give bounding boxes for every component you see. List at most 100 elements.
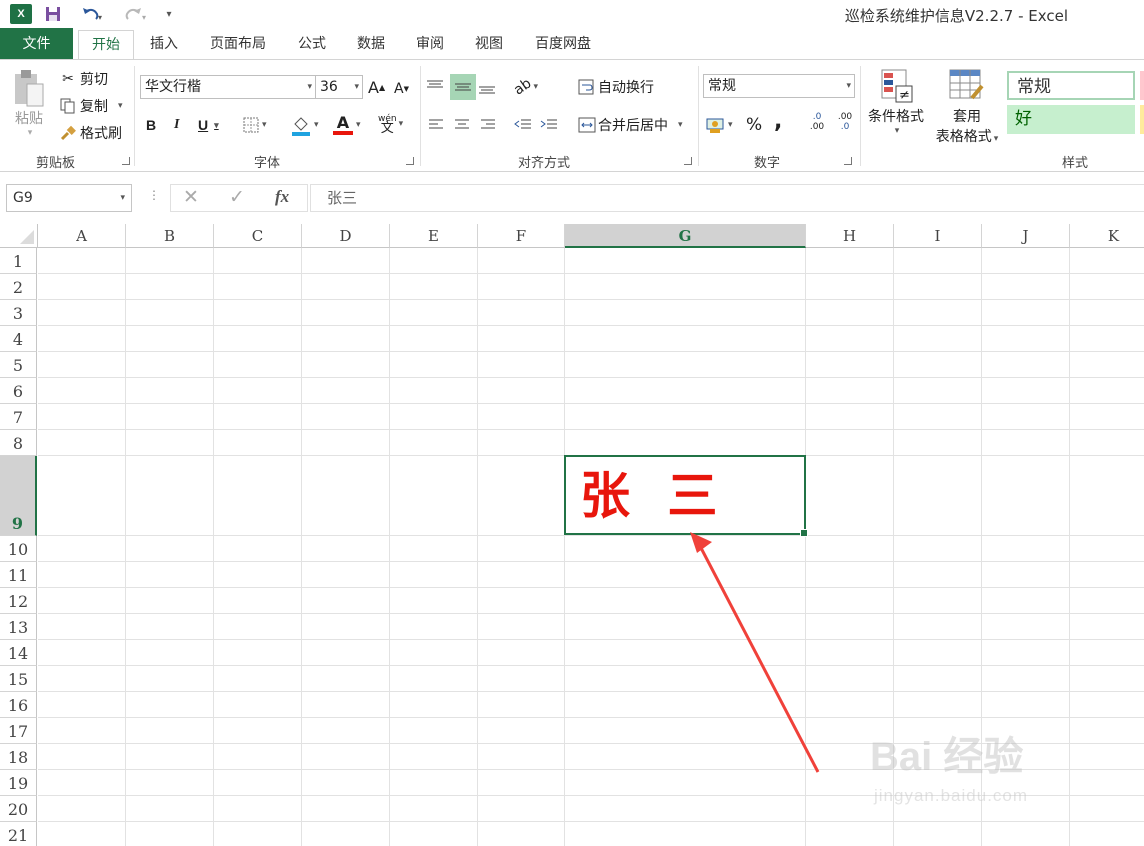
- font-size-combo[interactable]: 36 ▾: [315, 75, 363, 99]
- column-header-k[interactable]: K: [1070, 224, 1144, 248]
- column-header-a[interactable]: A: [38, 224, 126, 248]
- row-header-9[interactable]: 9: [0, 456, 37, 536]
- tab-review[interactable]: 审阅: [406, 30, 454, 60]
- underline-button[interactable]: U ▾: [198, 114, 232, 136]
- fill-color-button[interactable]: ▾: [290, 112, 328, 138]
- percent-style-button[interactable]: %: [746, 112, 766, 138]
- number-format-combo[interactable]: 常规 ▾: [703, 74, 855, 98]
- tab-file[interactable]: 文件: [0, 28, 73, 60]
- column-header-e[interactable]: E: [390, 224, 478, 248]
- format-painter-button[interactable]: 格式刷: [58, 122, 122, 144]
- clipboard-group-label: 剪贴板: [36, 156, 76, 171]
- row-header-18[interactable]: 18: [0, 744, 37, 770]
- svg-text:▾: ▾: [98, 13, 102, 22]
- row-gridline: [38, 351, 1144, 352]
- grow-font-button[interactable]: A ▲: [368, 76, 388, 98]
- font-launcher-icon[interactable]: [406, 157, 414, 165]
- row-header-15[interactable]: 15: [0, 666, 37, 692]
- shrink-font-button[interactable]: A ▼: [394, 78, 414, 100]
- comma-style-button[interactable]: ,: [774, 108, 794, 134]
- increase-decimal-button[interactable]: .0.00: [806, 112, 828, 138]
- column-header-d[interactable]: D: [302, 224, 390, 248]
- row-header-13[interactable]: 13: [0, 614, 37, 640]
- column-header-i[interactable]: I: [894, 224, 982, 248]
- font-name-combo[interactable]: 华文行楷 ▾: [140, 75, 316, 99]
- orientation-button[interactable]: ab ▾: [511, 74, 548, 100]
- phonetic-guide-button[interactable]: wén 文 ▾: [378, 110, 414, 138]
- clipboard-launcher-icon[interactable]: [122, 157, 130, 165]
- enter-check-icon[interactable]: ✓: [229, 186, 245, 208]
- row-header-2[interactable]: 2: [0, 274, 37, 300]
- conditional-formatting-button[interactable]: ≠ 条件格式 ▾: [864, 68, 928, 148]
- select-all-corner[interactable]: [0, 224, 38, 248]
- align-center-button[interactable]: [454, 114, 474, 136]
- row-header-5[interactable]: 5: [0, 352, 37, 378]
- align-right-button[interactable]: [480, 114, 500, 136]
- tab-insert[interactable]: 插入: [140, 30, 188, 60]
- redo-icon[interactable]: ▾: [118, 4, 154, 24]
- row-header-17[interactable]: 17: [0, 718, 37, 744]
- style-neutral-swatch[interactable]: [1140, 105, 1144, 134]
- increase-indent-button[interactable]: [540, 114, 560, 136]
- customize-quick-access-icon[interactable]: ▾: [162, 4, 176, 24]
- style-normal[interactable]: 常规: [1007, 71, 1135, 100]
- name-box[interactable]: G9 ▾: [6, 184, 132, 212]
- accounting-format-button[interactable]: ▾: [706, 112, 742, 138]
- row-header-8[interactable]: 8: [0, 430, 37, 456]
- row-header-10[interactable]: 10: [0, 536, 37, 562]
- align-bottom-button[interactable]: [478, 74, 502, 100]
- paste-button[interactable]: 粘贴 ▾: [8, 68, 50, 140]
- align-middle-button[interactable]: [450, 74, 476, 100]
- column-header-f[interactable]: F: [478, 224, 565, 248]
- decrease-indent-button[interactable]: [514, 114, 534, 136]
- cancel-icon[interactable]: ✕: [183, 186, 199, 208]
- row-header-7[interactable]: 7: [0, 404, 37, 430]
- number-launcher-icon[interactable]: [844, 157, 852, 165]
- row-header-1[interactable]: 1: [0, 248, 37, 274]
- row-header-6[interactable]: 6: [0, 378, 37, 404]
- format-as-table-button[interactable]: 套用 表格格式 ▾: [930, 68, 1004, 148]
- align-top-button[interactable]: [426, 74, 448, 100]
- merge-center-button[interactable]: 合并后居中 ▾: [576, 112, 683, 138]
- row-header-12[interactable]: 12: [0, 588, 37, 614]
- alignment-launcher-icon[interactable]: [684, 157, 692, 165]
- align-bottom-icon: [479, 86, 495, 94]
- formula-bar-grip-icon[interactable]: ⋮: [148, 188, 160, 202]
- formula-input[interactable]: 张三: [310, 184, 1144, 212]
- italic-button[interactable]: I: [174, 114, 190, 136]
- tab-page-layout[interactable]: 页面布局: [198, 30, 278, 60]
- insert-function-icon[interactable]: fx: [275, 187, 289, 207]
- tab-baidu-netdisk[interactable]: 百度网盘: [524, 30, 602, 60]
- row-header-3[interactable]: 3: [0, 300, 37, 326]
- row-header-14[interactable]: 14: [0, 640, 37, 666]
- row-header-16[interactable]: 16: [0, 692, 37, 718]
- column-header-b[interactable]: B: [126, 224, 214, 248]
- column-header-j[interactable]: J: [982, 224, 1070, 248]
- style-bad-swatch[interactable]: [1140, 71, 1144, 100]
- column-header-g[interactable]: G: [565, 224, 806, 248]
- tab-formulas[interactable]: 公式: [288, 30, 336, 60]
- undo-icon[interactable]: ▾: [74, 4, 110, 24]
- save-icon[interactable]: [42, 4, 64, 24]
- bold-button[interactable]: B: [146, 114, 162, 136]
- wrap-text-button[interactable]: 自动换行: [576, 74, 654, 100]
- tab-view[interactable]: 视图: [464, 30, 514, 60]
- align-left-button[interactable]: [428, 114, 448, 136]
- borders-button[interactable]: ▾: [242, 114, 278, 136]
- font-color-button[interactable]: A ▾: [332, 112, 370, 138]
- row-header-11[interactable]: 11: [0, 562, 37, 588]
- style-good[interactable]: 好: [1007, 105, 1135, 134]
- column-header-c[interactable]: C: [214, 224, 302, 248]
- tab-data[interactable]: 数据: [346, 30, 396, 60]
- cut-button[interactable]: ✂ 剪切: [58, 68, 108, 90]
- row-header-21[interactable]: 21: [0, 822, 37, 846]
- column-header-h[interactable]: H: [806, 224, 894, 248]
- decrease-decimal-button[interactable]: .00.0: [834, 112, 856, 138]
- copy-button[interactable]: 复制 ▾: [58, 95, 123, 117]
- column-gridline: [125, 248, 126, 846]
- tab-home[interactable]: 开始: [78, 30, 134, 60]
- row-header-19[interactable]: 19: [0, 770, 37, 796]
- row-header-4[interactable]: 4: [0, 326, 37, 352]
- cell-g9-value: 张 三: [580, 466, 728, 525]
- row-header-20[interactable]: 20: [0, 796, 37, 822]
